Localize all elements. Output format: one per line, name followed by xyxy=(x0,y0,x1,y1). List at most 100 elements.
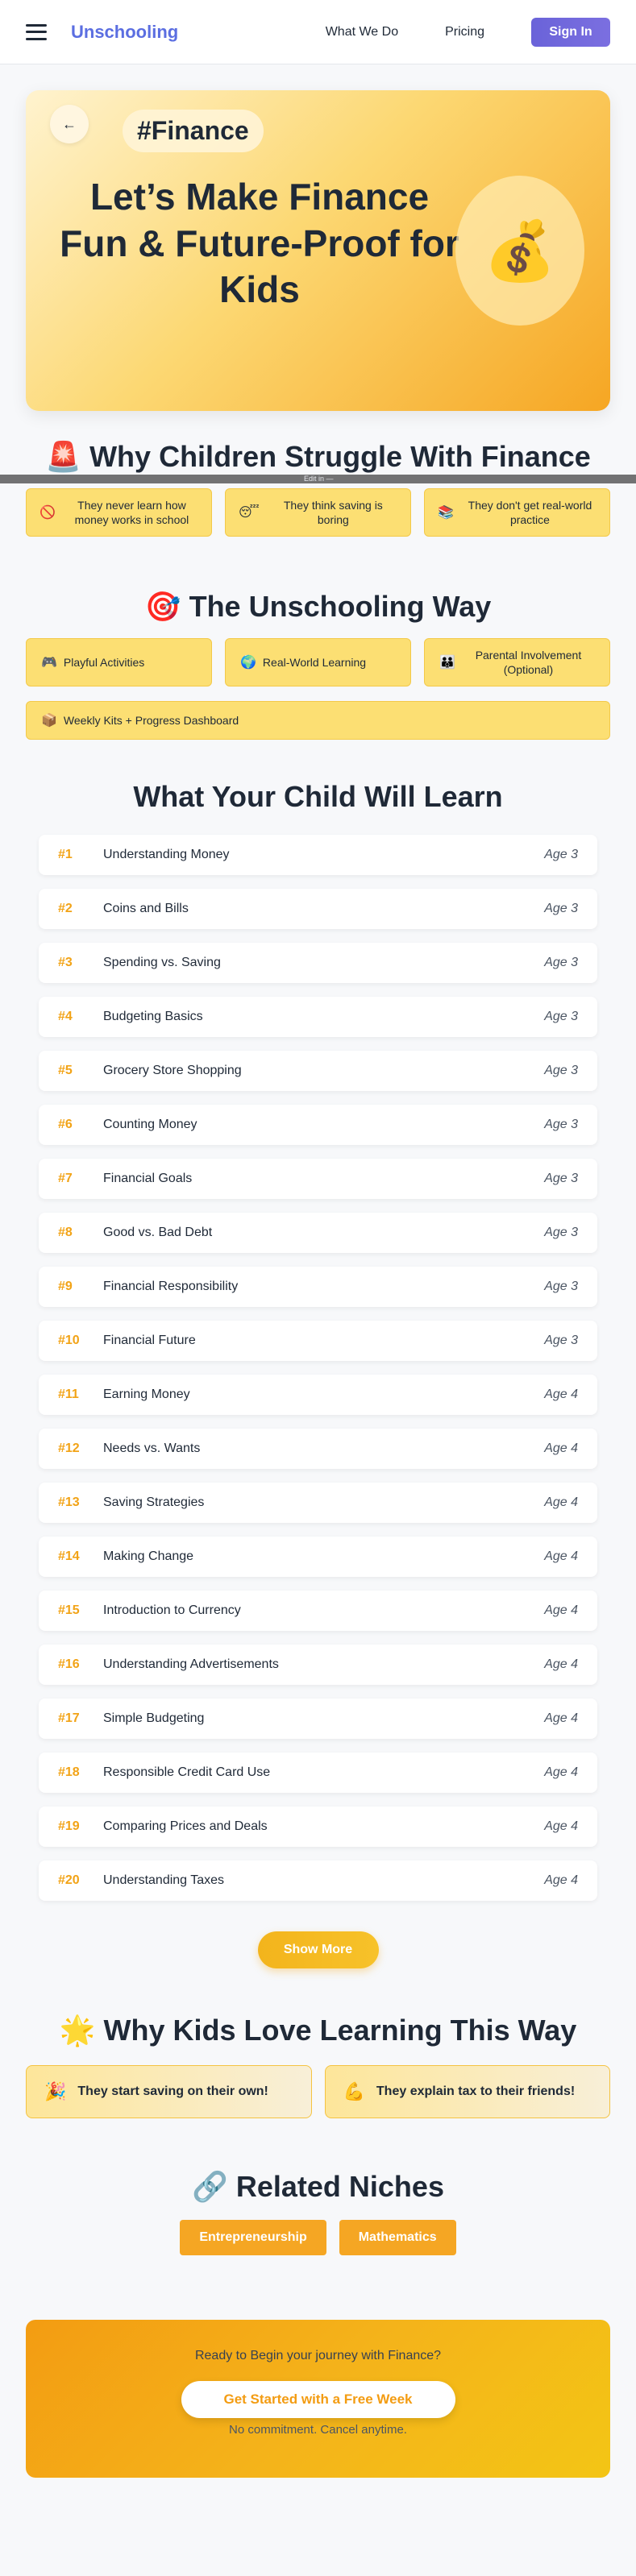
learn-list-item: #4 Budgeting Basics Age 3 xyxy=(39,997,597,1037)
struggle-card-text: They don't get real-world practice xyxy=(468,498,592,526)
learn-item-name: Saving Strategies xyxy=(103,1495,205,1509)
learn-item-age: Age 3 xyxy=(544,1172,578,1185)
learn-item-number: #4 xyxy=(58,1010,73,1023)
way-card-text: Playful Activities xyxy=(63,656,145,669)
learn-item-name: Budgeting Basics xyxy=(103,1010,203,1023)
learn-item-age: Age 4 xyxy=(544,1819,578,1833)
money-bag-icon: 💰 xyxy=(455,176,584,326)
love-cards: 🎉 They start saving on their own! 💪 They… xyxy=(0,2065,636,2118)
prohibited-icon: 🚫 xyxy=(39,506,56,520)
love-title-text: Why Kids Love Learning This Way xyxy=(103,2014,577,2047)
learn-item-age: Age 3 xyxy=(544,956,578,969)
learn-item-age: Age 4 xyxy=(544,1765,578,1779)
learn-item-name: Financial Future xyxy=(103,1334,196,1347)
learn-section: What Your Child Will Learn #1 Understandi… xyxy=(0,780,636,1968)
nav-what-we-do[interactable]: What We Do xyxy=(326,25,398,39)
niche-entrepreneurship-button[interactable]: Entrepreneurship xyxy=(180,2220,326,2255)
learn-item-name: Comparing Prices and Deals xyxy=(103,1819,268,1833)
sign-in-button[interactable]: Sign In xyxy=(531,17,610,47)
flexed-biceps-icon: 💪 xyxy=(343,2081,365,2101)
cta-banner: Ready to Begin your journey with Finance… xyxy=(26,2320,610,2478)
niches-title-text: Related Niches xyxy=(235,2170,444,2203)
sleeping-face-icon: 😴 xyxy=(239,506,260,520)
learn-item-number: #14 xyxy=(58,1549,80,1563)
learn-item-name: Understanding Advertisements xyxy=(103,1657,279,1671)
cta-text: Ready to Begin your journey with Finance… xyxy=(194,2349,442,2362)
link-icon: 🔗 xyxy=(192,2170,228,2203)
learn-item-name: Earning Money xyxy=(103,1388,190,1401)
learn-item-age: Age 4 xyxy=(544,1873,578,1887)
way-title-text: The Unschooling Way xyxy=(189,590,492,623)
learn-list-item: #18 Responsible Credit Card Use Age 4 xyxy=(39,1753,597,1793)
topic-tag: #Finance xyxy=(123,110,264,152)
top-header: Unschooling What We Do Pricing Sign In xyxy=(0,0,636,64)
learn-item-number: #18 xyxy=(58,1765,80,1779)
learn-item-name: Making Change xyxy=(103,1549,194,1563)
way-card-text: Weekly Kits + Progress Dashboard xyxy=(63,714,239,727)
logo[interactable]: Unschooling xyxy=(71,22,178,43)
way-cards: 🎮 Playful Activities 🌍 Real-World Learni… xyxy=(0,638,636,740)
way-card: 📦 Weekly Kits + Progress Dashboard xyxy=(26,701,610,740)
learn-list-item: #10 Financial Future Age 3 xyxy=(39,1321,597,1361)
struggle-section: 🚨 Why Children Struggle With Finance 🚫 T… xyxy=(0,411,636,537)
learn-item-name: Good vs. Bad Debt xyxy=(103,1226,213,1239)
learn-list-item: #19 Comparing Prices and Deals Age 4 xyxy=(39,1807,597,1847)
learn-item-number: #3 xyxy=(58,956,73,969)
free-week-button[interactable]: Get Started with a Free Week xyxy=(181,2381,455,2418)
learn-list-item: #3 Spending vs. Saving Age 3 xyxy=(39,943,597,983)
learn-list-item: #9 Financial Responsibility Age 3 xyxy=(39,1267,597,1307)
learn-item-name: Simple Budgeting xyxy=(103,1711,205,1725)
learn-list-item: #15 Introduction to Currency Age 4 xyxy=(39,1591,597,1631)
struggle-card: 🚫 They never learn how money works in sc… xyxy=(26,488,212,537)
way-section: 🎯 The Unschooling Way 🎮 Playful Activiti… xyxy=(0,590,636,740)
back-arrow-icon[interactable]: ← xyxy=(50,105,89,143)
hero-banner: ← #Finance Let’s Make Finance Fun & Futu… xyxy=(26,90,610,411)
learn-item-number: #19 xyxy=(58,1819,80,1833)
niche-mathematics-button[interactable]: Mathematics xyxy=(339,2220,456,2255)
learn-item-number: #20 xyxy=(58,1873,80,1887)
party-popper-icon: 🎉 xyxy=(44,2081,67,2101)
learn-item-number: #8 xyxy=(58,1226,73,1239)
learn-list-item: #1 Understanding Money Age 3 xyxy=(39,835,597,875)
learn-item-name: Coins and Bills xyxy=(103,902,189,915)
learn-item-number: #13 xyxy=(58,1495,80,1509)
learn-item-number: #10 xyxy=(58,1334,80,1347)
love-card-text: They start saving on their own! xyxy=(77,2084,268,2098)
package-icon: 📦 xyxy=(41,714,57,728)
way-card-text: Real-World Learning xyxy=(262,656,367,669)
edit-overlay-label: Edit in — xyxy=(304,475,334,483)
alarm-icon: 🚨 xyxy=(45,440,82,473)
learn-item-age: Age 4 xyxy=(544,1711,578,1725)
learn-item-number: #9 xyxy=(58,1280,73,1293)
hero-title: Let’s Make Finance Fun & Future-Proof fo… xyxy=(60,176,459,310)
struggle-title-text: Why Children Struggle With Finance xyxy=(89,440,591,473)
learn-list: #1 Understanding Money Age 3 #2 Coins and Bi… xyxy=(0,835,636,1901)
learn-item-number: #5 xyxy=(58,1064,73,1077)
struggle-cards: 🚫 They never learn how money works in sc… xyxy=(0,488,636,537)
hero-section: ← #Finance Let’s Make Finance Fun & Futu… xyxy=(0,64,636,411)
globe-icon: 🌍 xyxy=(240,656,256,670)
struggle-card: 📚 They don't get real-world practice xyxy=(424,488,610,537)
learn-item-number: #7 xyxy=(58,1172,73,1185)
learn-item-name: Understanding Taxes xyxy=(103,1873,225,1887)
learn-list-item: #6 Counting Money Age 3 xyxy=(39,1105,597,1145)
hamburger-menu-icon[interactable] xyxy=(26,23,47,40)
learn-item-name: Responsible Credit Card Use xyxy=(103,1765,271,1779)
learn-item-name: Spending vs. Saving xyxy=(103,956,221,969)
learn-item-age: Age 4 xyxy=(544,1657,578,1671)
nav-pricing[interactable]: Pricing xyxy=(445,25,484,39)
main-nav: What We Do Pricing Sign In xyxy=(326,17,610,47)
learn-item-number: #15 xyxy=(58,1603,80,1617)
struggle-card-text: They never learn how money works in scho… xyxy=(74,498,189,526)
struggle-card-text: They think saving is boring xyxy=(283,498,383,526)
niches-section: 🔗 Related Niches Entrepreneurship Mathem… xyxy=(0,2170,636,2255)
struggle-title: 🚨 Why Children Struggle With Finance xyxy=(0,440,636,474)
learn-item-age: Age 3 xyxy=(544,1280,578,1293)
learn-item-name: Grocery Store Shopping xyxy=(103,1064,242,1077)
cta-section: Ready to Begin your journey with Finance… xyxy=(0,2320,636,2478)
learn-item-name: Introduction to Currency xyxy=(103,1603,241,1617)
learn-item-number: #2 xyxy=(58,902,73,915)
show-more-button[interactable]: Show More xyxy=(257,1931,379,1968)
learn-item-age: Age 4 xyxy=(544,1603,578,1617)
niche-buttons: Entrepreneurship Mathematics xyxy=(0,2220,636,2255)
